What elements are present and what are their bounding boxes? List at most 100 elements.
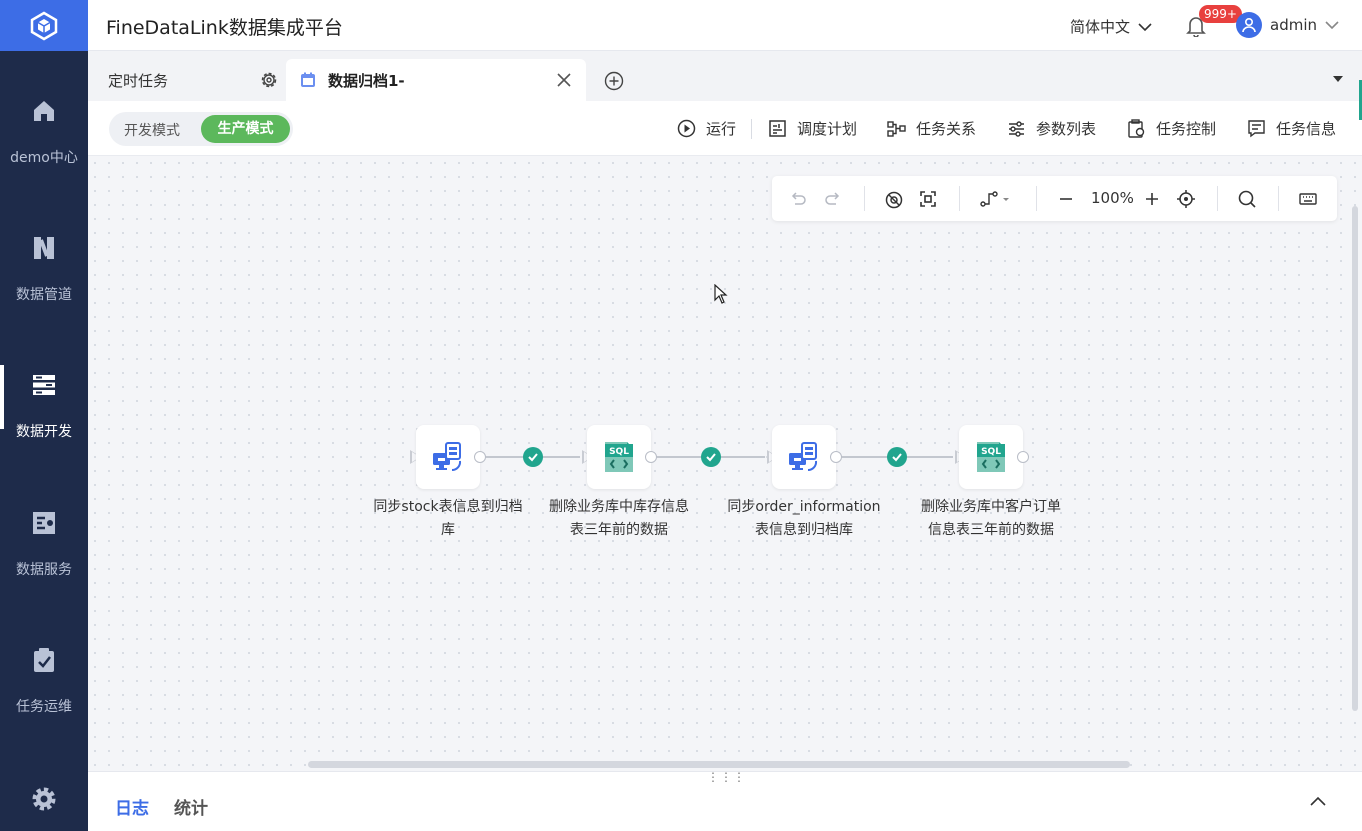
zoom-level: 100%: [1091, 189, 1134, 207]
close-icon[interactable]: [556, 72, 572, 88]
task-relations-button[interactable]: 任务关系: [887, 118, 976, 139]
node-label-line: 删除业务库中客户订单: [921, 499, 1061, 515]
chevron-down-icon: [1138, 22, 1152, 31]
run-label: 运行: [706, 120, 737, 138]
node-label: 删除业务库中库存信息 表三年前的数据: [534, 496, 704, 542]
node-label: 同步stock表信息到归档 库: [360, 496, 536, 542]
username: admin: [1270, 16, 1317, 34]
zoom-in-icon[interactable]: [1142, 189, 1162, 209]
zoom-out-icon[interactable]: [1056, 189, 1076, 209]
sidebar-item-data-dev[interactable]: 数据开发: [0, 365, 88, 471]
node-label-line: 库: [441, 522, 455, 538]
node-output-port[interactable]: [645, 451, 657, 463]
tab-stats[interactable]: 统计: [174, 794, 208, 819]
sql-node-delete-stock[interactable]: SQL: [587, 425, 651, 489]
success-check-icon: [523, 447, 543, 467]
node-label: 同步order_information 表信息到归档库: [716, 496, 892, 542]
node-output-port[interactable]: [474, 451, 486, 463]
tab-overflow-caret-icon[interactable]: [1333, 76, 1343, 82]
canvas-toolbar-divider: [959, 186, 960, 211]
connector-style-icon[interactable]: [978, 189, 1010, 209]
task-control-button[interactable]: 任务控制: [1127, 118, 1216, 139]
data-service-icon: [33, 512, 55, 534]
node-label-line: 表信息到归档库: [755, 522, 853, 538]
sql-script-icon: SQL: [977, 442, 1005, 472]
schedule-button[interactable]: 调度计划: [768, 118, 857, 139]
success-check-icon: [887, 447, 907, 467]
top-header: FineDataLink数据集成平台 简体中文 999+ admin: [88, 0, 1362, 51]
locate-icon[interactable]: [1176, 189, 1196, 209]
node-label-line: 同步stock表信息到归档: [373, 499, 523, 515]
sidebar-item-data-service[interactable]: 数据服务: [0, 509, 88, 609]
canvas-toolbar-divider: [864, 186, 865, 211]
gear-icon[interactable]: [30, 785, 58, 813]
control-label: 任务控制: [1156, 120, 1217, 138]
param-list-button[interactable]: 参数列表: [1007, 118, 1096, 139]
canvas-toolbar-divider: [1036, 186, 1037, 211]
tab-log[interactable]: 日志: [115, 794, 149, 819]
schedule-label: 调度计划: [797, 120, 858, 138]
sidebar-item-task-ops[interactable]: 任务运维: [0, 646, 88, 746]
node-output-port[interactable]: [1017, 451, 1029, 463]
bottom-panel: ⋮⋮⋮ 日志 统计: [88, 770, 1362, 831]
undo-icon[interactable]: [788, 189, 808, 209]
chevron-down-icon: [1325, 21, 1339, 30]
avatar: [1236, 12, 1262, 38]
canvas-toolbar-divider: [1217, 186, 1218, 211]
tab-data-archive[interactable]: 数据归档1-: [286, 59, 586, 101]
data-sync-icon: [789, 442, 818, 472]
user-icon: [1242, 17, 1256, 33]
task-control-icon: [1128, 119, 1145, 138]
app-logo[interactable]: [0, 0, 88, 51]
sql-badge-text: SQL: [981, 447, 1001, 457]
sql-node-delete-orders[interactable]: SQL: [959, 425, 1023, 489]
info-label: 任务信息: [1276, 120, 1337, 138]
sidebar: demo中心 数据管道 数据开发 数据服务 任务运维: [0, 0, 88, 831]
toolbar-divider: [751, 119, 752, 139]
sidebar-item-pipeline[interactable]: 数据管道: [0, 234, 88, 334]
keyboard-icon[interactable]: [1298, 189, 1318, 209]
sql-badge-text: SQL: [609, 447, 629, 457]
node-label: 删除业务库中客户订单 信息表三年前的数据: [906, 496, 1076, 542]
sync-node-order-information[interactable]: [772, 425, 836, 489]
chevron-up-icon[interactable]: [1310, 796, 1326, 806]
vertical-scrollbar[interactable]: [1352, 206, 1358, 711]
redo-icon[interactable]: [823, 189, 843, 209]
node-label-line: 表三年前的数据: [570, 522, 668, 538]
add-tab-icon[interactable]: [604, 71, 624, 91]
node-label-line: 同步order_information: [727, 499, 881, 515]
canvas-toolbar: 100%: [772, 176, 1337, 221]
mode-dev-option[interactable]: 开发模式: [124, 120, 180, 140]
sync-node-stock[interactable]: [416, 425, 480, 489]
workflow-canvas[interactable]: 100% 同步stock表信息到归档 库 SQL 删除业务库中库存信息 表三年前…: [88, 156, 1362, 771]
tab-scheduled-tasks[interactable]: 定时任务: [88, 59, 286, 101]
user-menu[interactable]: admin: [1236, 12, 1339, 38]
search-icon[interactable]: [1237, 189, 1257, 209]
mode-switch[interactable]: 开发模式 生产模式: [109, 112, 293, 146]
play-icon: [677, 119, 696, 138]
task-info-button[interactable]: 任务信息: [1247, 118, 1336, 139]
eye-icon[interactable]: [884, 189, 904, 209]
sidebar-item-demo[interactable]: demo中心: [0, 97, 88, 197]
sidebar-item-label: 数据服务: [16, 562, 72, 578]
mode-prod-option[interactable]: 生产模式: [201, 115, 290, 143]
calendar-icon: [301, 72, 315, 87]
home-icon: [34, 101, 54, 121]
gear-icon[interactable]: [260, 71, 278, 89]
horizontal-scrollbar[interactable]: [308, 761, 1130, 768]
run-button[interactable]: 运行: [677, 118, 736, 139]
tab-bar: 定时任务 数据归档1-: [88, 51, 1362, 101]
node-label-line: 信息表三年前的数据: [928, 522, 1054, 538]
task-toolbar: 开发模式 生产模式 运行 调度计划 任务关系 参数列表 任务控制 任务信息: [88, 101, 1362, 156]
language-selector[interactable]: 简体中文: [1070, 16, 1152, 37]
tab-label: 定时任务: [108, 71, 169, 90]
relations-icon: [887, 121, 906, 137]
sidebar-item-label: 数据开发: [16, 424, 72, 440]
panel-resize-handle[interactable]: ⋮⋮⋮: [707, 770, 746, 784]
message-icon: [1248, 120, 1265, 138]
node-output-port[interactable]: [830, 451, 842, 463]
task-ops-icon: [34, 648, 54, 672]
params-label: 参数列表: [1036, 120, 1097, 138]
mouse-cursor-icon: [714, 284, 728, 304]
fit-view-icon[interactable]: [918, 189, 938, 209]
